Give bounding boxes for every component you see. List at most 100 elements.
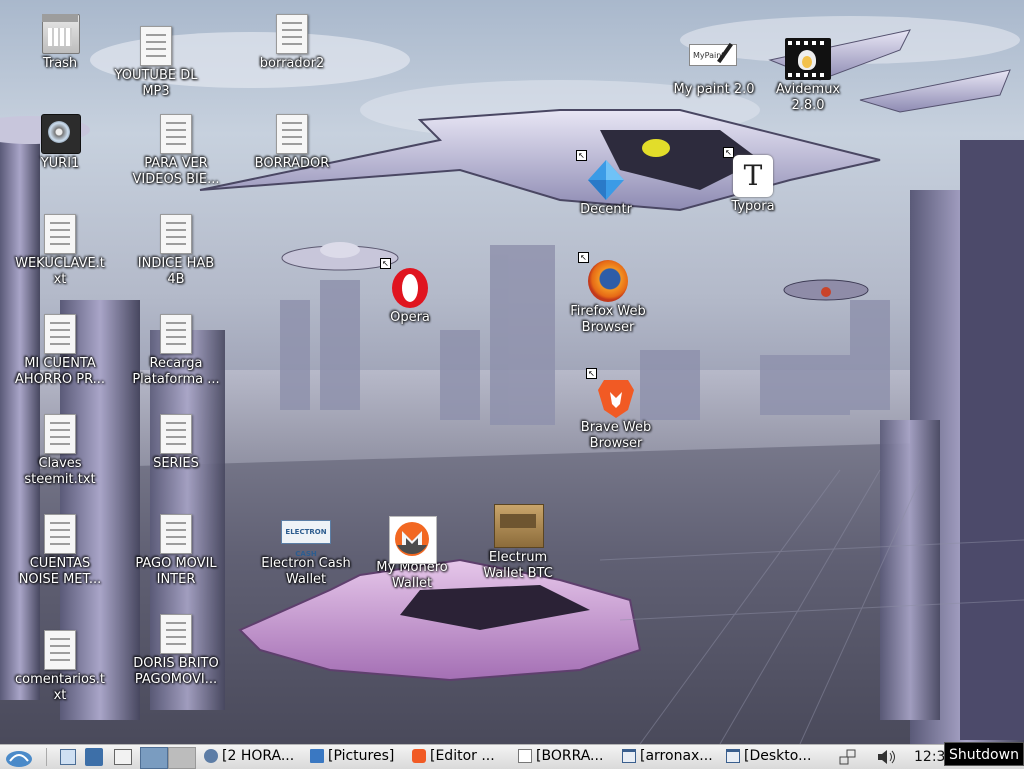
yuri1-shortcut[interactable]: YURI1 (10, 112, 110, 172)
people-icon (204, 749, 218, 763)
decentr-launcher[interactable]: ↖ Decentr (556, 150, 656, 218)
document-icon (40, 512, 80, 556)
folder-icon (310, 749, 324, 763)
task-button[interactable]: [Deskto... (724, 746, 824, 767)
icon-label: CUENTAS NOISE MET... (18, 556, 102, 587)
document-icon (40, 312, 80, 356)
indice-hab-file[interactable]: INDICE HAB 4B (126, 212, 226, 288)
show-desktop-button[interactable] (58, 747, 78, 767)
volume-icon[interactable] (876, 747, 900, 767)
icon-label: PARA VER VIDEOS BIE... (132, 156, 220, 187)
shortcut-arrow-icon: ↖ (586, 368, 597, 379)
document-icon (156, 512, 196, 556)
icon-label: Typora (731, 199, 775, 214)
monero-icon (389, 516, 437, 564)
start-menu-button[interactable] (4, 747, 34, 767)
opera-icon: ↖ (380, 258, 430, 310)
document-icon (40, 412, 80, 456)
task-label: [Deskto... (744, 748, 812, 764)
disc-icon (40, 112, 81, 156)
shortcut-arrow-icon: ↖ (723, 147, 734, 158)
icon-label: Decentr (580, 202, 632, 217)
brave-launcher[interactable]: ↖ Brave Web Browser (566, 368, 666, 452)
task-label: [Pictures] (328, 748, 395, 764)
borrador2-file[interactable]: borrador2 (242, 12, 342, 72)
recarga-plataforma-file[interactable]: Recarga Plataforma ... (126, 312, 226, 388)
icon-label: BORRADOR (254, 156, 330, 171)
task-button[interactable]: [Editor ... (410, 746, 514, 767)
icon-label: WEKUCLAVE.txt (15, 256, 105, 287)
task-label: [2 HORA... (222, 748, 295, 764)
doris-brito-file[interactable]: DORIS BRITO PAGOMOVI... (126, 612, 226, 688)
icon-label: Electrum Wallet BTC (483, 550, 553, 581)
task-button[interactable]: [2 HORA... (202, 746, 306, 767)
icon-label: borrador2 (259, 56, 325, 71)
taskbar: [2 HORA... [Pictures] [Editor ... [BORRA… (0, 744, 1024, 769)
icon-label: Avidemux 2.8.0 (775, 82, 841, 113)
task-label: [arronax... (640, 748, 713, 764)
separator (46, 748, 47, 766)
icon-label: DORIS BRITO PAGOMOVI... (133, 656, 219, 687)
icon-label: Trash (42, 56, 78, 71)
shutdown-tooltip: Shutdown (944, 742, 1024, 766)
workspace-1[interactable] (140, 747, 168, 769)
icon-label: YURI1 (40, 156, 80, 171)
document-icon (136, 24, 176, 68)
icon-label: Firefox Web Browser (570, 304, 646, 335)
brave-icon (412, 749, 426, 763)
trash-shortcut[interactable]: Trash (10, 12, 110, 72)
window-icon (622, 749, 636, 763)
document-icon (156, 612, 196, 656)
monero-launcher[interactable]: My Monero Wallet (362, 516, 462, 592)
window-icon (726, 749, 740, 763)
cuentas-noise-file[interactable]: CUENTAS NOISE MET... (10, 512, 110, 588)
task-button[interactable]: [arronax... (620, 746, 722, 767)
document-icon (156, 412, 196, 456)
firefox-launcher[interactable]: ↖ Firefox Web Browser (558, 252, 658, 336)
para-ver-videos-file[interactable]: PARA VER VIDEOS BIE... (126, 112, 226, 188)
task-label: [Editor ... (430, 748, 495, 764)
opera-launcher[interactable]: ↖ Opera (360, 258, 460, 326)
mypaint-launcher[interactable]: MyPaint My paint 2.0 (664, 40, 764, 98)
shortcut-arrow-icon: ↖ (576, 150, 587, 161)
claves-steemit-file[interactable]: Claves steemit.txt (10, 412, 110, 488)
mypaint-icon: MyPaint (689, 40, 739, 82)
icon-label: PAGO MOVIL INTER (135, 556, 217, 587)
electrum-launcher[interactable]: Electrum Wallet BTC (468, 504, 568, 582)
icon-label: Recarga Plataforma ... (132, 356, 220, 387)
avidemux-launcher[interactable]: Avidemux 2.8.0 (758, 38, 858, 114)
decentr-icon: ↖ (576, 150, 626, 202)
mi-cuenta-file[interactable]: MI CUENTA AHORRO PR... (10, 312, 110, 388)
series-file[interactable]: SERIES (126, 412, 226, 472)
comentarios-file[interactable]: comentarios.txt (10, 628, 110, 704)
icon-label: MI CUENTA AHORRO PR... (14, 356, 106, 387)
app-launcher-button[interactable] (84, 747, 104, 767)
task-button[interactable]: [BORRA... (516, 746, 618, 767)
document-icon (40, 212, 80, 256)
electrum-icon (494, 504, 544, 550)
youtube-dl-file[interactable]: YOUTUBE DL MP3 (106, 24, 206, 100)
workspace-2[interactable] (168, 747, 196, 769)
icon-label: Claves steemit.txt (24, 456, 96, 487)
task-label: [BORRA... (536, 748, 604, 764)
network-icon[interactable] (838, 747, 860, 767)
pago-movil-file[interactable]: PAGO MOVIL INTER (126, 512, 226, 588)
window-icon (114, 749, 132, 765)
menu-logo-icon (6, 751, 32, 767)
document-icon (272, 12, 312, 56)
wekuclave-file[interactable]: WEKUCLAVE.txt (10, 212, 110, 288)
borrador-file[interactable]: BORRADOR (242, 112, 342, 172)
brave-icon: ↖ (586, 368, 636, 420)
icon-label: SERIES (153, 456, 199, 471)
icon-label: INDICE HAB 4B (137, 256, 215, 287)
icon-label: Opera (390, 310, 430, 325)
document-icon (272, 112, 312, 156)
task-button[interactable]: [Pictures] (308, 746, 408, 767)
document-icon (156, 112, 196, 156)
clock[interactable]: 12:3 (914, 747, 948, 767)
file-manager-button[interactable] (112, 747, 132, 767)
typora-launcher[interactable]: ↖ T Typora (703, 147, 803, 215)
shortcut-arrow-icon: ↖ (380, 258, 391, 269)
electron-cash-launcher[interactable]: ELECTRON CASH Electron Cash Wallet (256, 512, 356, 588)
document-icon (518, 749, 532, 763)
